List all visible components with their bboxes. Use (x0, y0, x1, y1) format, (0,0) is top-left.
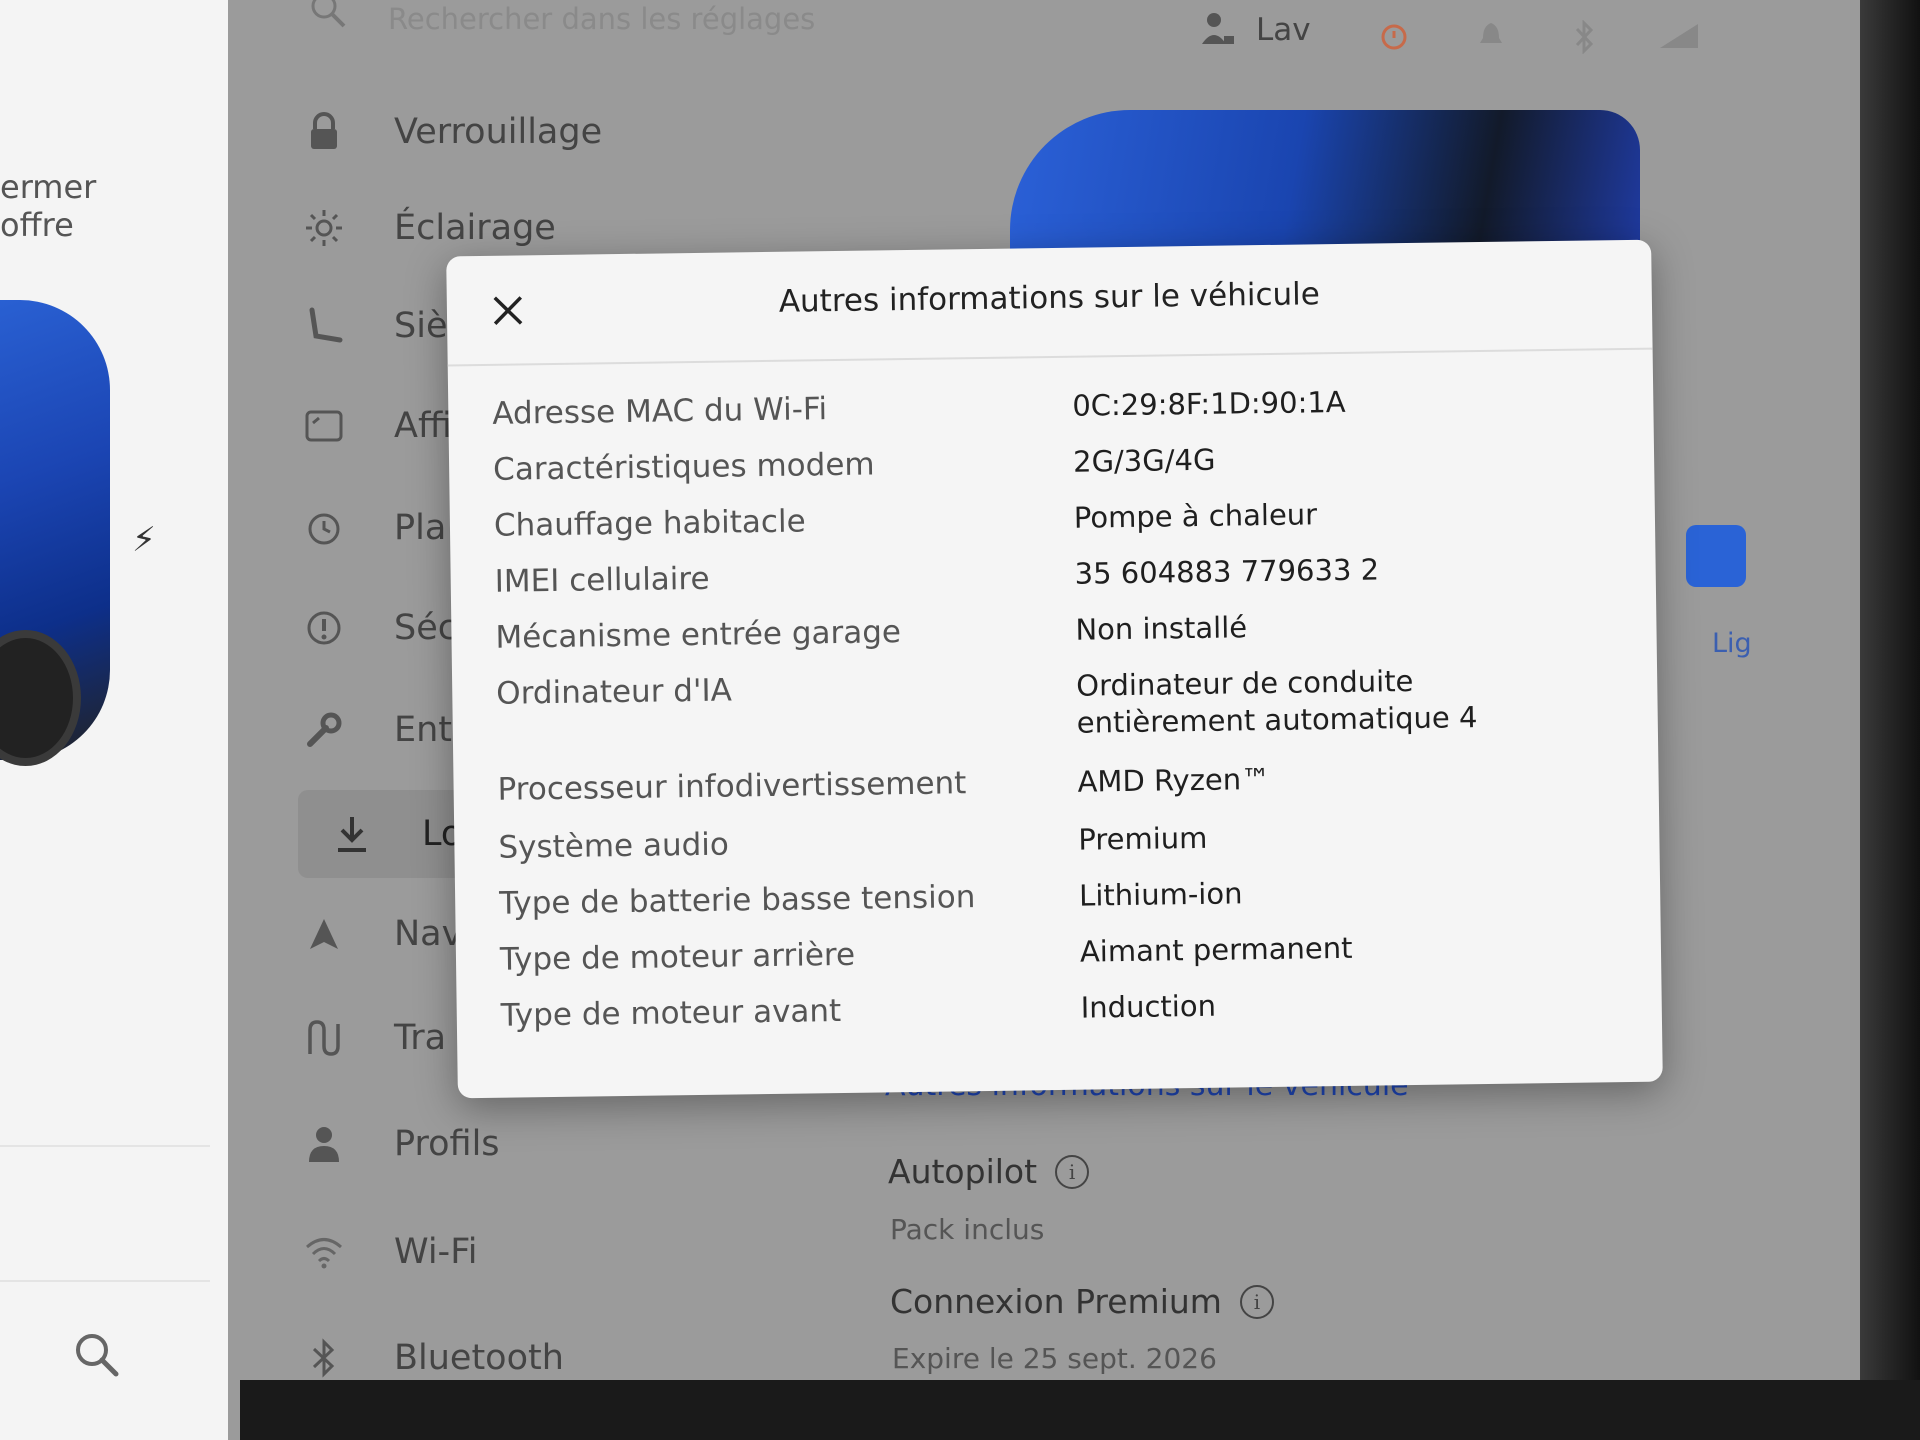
info-value: 2G/3G/4G (1072, 442, 1216, 479)
safety-icon (300, 604, 348, 652)
premium-connectivity-expiry: Expire le 25 sept. 2026 (892, 1342, 1217, 1375)
autopilot-title: Autopilot (888, 1152, 1038, 1191)
info-key: Type de batterie basse tension (498, 879, 976, 922)
info-row: Type de moteur arrière Aimant permanent (500, 926, 1630, 979)
info-key: Type de moteur arrière (499, 936, 856, 978)
settings-search-icon[interactable] (308, 0, 348, 34)
schedule-icon (300, 504, 348, 552)
cellular-signal-icon[interactable] (1658, 20, 1702, 54)
menu-label-lighting: Éclairage (394, 208, 556, 248)
display-icon (300, 402, 348, 450)
info-value: Aimant permanent (1079, 930, 1353, 969)
panel-divider (0, 1280, 210, 1282)
menu-label-display: Affi (394, 406, 452, 446)
menu-label-seats: Siè (394, 306, 448, 346)
vehicle-info-modal: Autres informations sur le véhicule Adre… (446, 239, 1663, 1099)
menu-label-bluetooth: Bluetooth (394, 1338, 564, 1378)
light-bar-tile[interactable] (1686, 525, 1746, 587)
trunk-label-line2[interactable]: offre (0, 206, 74, 244)
driver-profile-name[interactable]: Lav (1256, 12, 1311, 48)
light-bar-label[interactable]: Lig (1712, 628, 1752, 659)
navigation-icon (300, 910, 348, 958)
premium-connectivity-info-icon[interactable]: i (1239, 1284, 1274, 1319)
info-value: Pompe à chaleur (1073, 497, 1318, 535)
menu-item-wifi[interactable]: Wi-Fi (300, 1210, 770, 1294)
info-value: Lithium-ion (1078, 876, 1243, 913)
info-key: Processeur infodivertissement (497, 765, 967, 808)
info-row: Caractéristiques modem 2G/3G/4G (493, 436, 1623, 489)
menu-label-safety: Séc (394, 608, 457, 648)
menu-label-schedule: Pla (394, 508, 447, 548)
info-key: Mécanisme entrée garage (495, 614, 902, 656)
autopilot-subtitle: Pack inclus (890, 1213, 1045, 1246)
autopilot-row: Autopilot i (888, 1152, 1090, 1191)
menu-label-profiles: Profils (394, 1124, 500, 1164)
info-row: Système audio Premium (498, 814, 1628, 867)
info-row: Ordinateur d'IA Ordinateur de conduite e… (496, 660, 1627, 750)
premium-connectivity-row: Connexion Premium i (890, 1282, 1274, 1321)
premium-connectivity-title: Connexion Premium (890, 1282, 1222, 1321)
bluetooth-status-icon[interactable] (1573, 19, 1597, 58)
wrench-icon (300, 706, 348, 754)
info-value: Induction (1080, 988, 1217, 1025)
info-value: Ordinateur de conduite entièrement autom… (1075, 663, 1478, 740)
menu-label-trips: Tra (394, 1018, 447, 1058)
info-key: Adresse MAC du Wi-Fi (492, 391, 828, 432)
sun-icon (300, 204, 348, 252)
trunk-label-line1[interactable]: ermer (0, 168, 96, 206)
info-key: Chauffage habitacle (493, 503, 806, 544)
info-value: 0C:29:8F:1D:90:1A (1072, 384, 1346, 423)
trips-icon (300, 1014, 348, 1062)
alarm-clock-icon[interactable] (1378, 20, 1410, 56)
seat-icon (300, 302, 348, 350)
panel-divider (0, 1145, 210, 1147)
vehicle-render (1010, 110, 1640, 260)
wifi-icon (300, 1228, 348, 1276)
charging-bolt-icon[interactable]: ⚡ (132, 520, 156, 560)
info-key: Type de moteur avant (500, 993, 842, 1034)
info-key: Système audio (498, 826, 730, 866)
info-row: Type de moteur avant Induction (501, 982, 1631, 1035)
info-row: Type de batterie basse tension Lithium-i… (499, 870, 1629, 923)
bluetooth-icon (300, 1334, 348, 1382)
info-key: Ordinateur d'IA (496, 672, 733, 712)
search-icon[interactable] (72, 1330, 122, 1384)
lock-icon (300, 108, 348, 156)
info-value: AMD Ryzen™ (1077, 762, 1271, 799)
settings-search-input[interactable]: Rechercher dans les réglages (388, 2, 815, 36)
vehicle-panel: ermer offre ⚡ (0, 0, 228, 1440)
info-row: IMEI cellulaire 35 604883 779633 2 (494, 548, 1624, 601)
info-row: Processeur infodivertissement AMD Ryzen™ (497, 756, 1627, 809)
menu-label-wifi: Wi-Fi (394, 1232, 478, 1272)
menu-label-navigation: Nav (394, 914, 463, 954)
info-row: Mécanisme entrée garage Non installé (495, 604, 1625, 657)
info-value: 35 604883 779633 2 (1074, 552, 1380, 591)
top-bar: Rechercher dans les réglages Lav (228, 0, 1860, 70)
download-icon (328, 810, 376, 858)
modal-header: Autres informations sur le véhicule (446, 239, 1653, 367)
notification-bell-icon[interactable] (1478, 20, 1504, 54)
screen-bezel-right (1860, 0, 1920, 1440)
modal-title: Autres informations sur le véhicule (778, 276, 1321, 320)
menu-label-lock: Verrouillage (394, 112, 603, 152)
menu-item-profiles[interactable]: Profils (300, 1102, 770, 1186)
info-value: Non installé (1075, 610, 1248, 647)
info-row: Adresse MAC du Wi-Fi 0C:29:8F:1D:90:1A (492, 380, 1622, 433)
menu-item-lock[interactable]: Verrouillage (300, 90, 770, 174)
info-key: Caractéristiques modem (492, 446, 875, 488)
info-value: Premium (1078, 820, 1208, 857)
driver-profile-icon[interactable] (1198, 10, 1238, 54)
autopilot-info-icon[interactable]: i (1055, 1154, 1090, 1189)
menu-label-service: Ent (394, 710, 453, 750)
info-key: IMEI cellulaire (494, 560, 710, 600)
screen-bezel-bottom (240, 1380, 1920, 1440)
info-row: Chauffage habitacle Pompe à chaleur (494, 492, 1624, 545)
profile-icon (300, 1120, 348, 1168)
